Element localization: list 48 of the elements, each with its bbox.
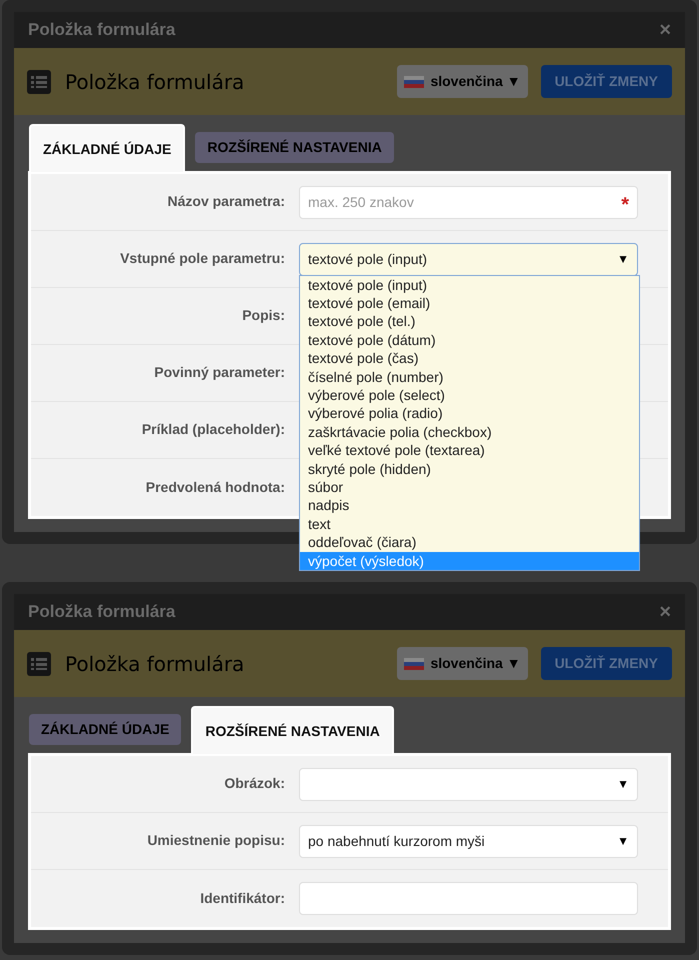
header-title: Položka formulára [65,68,244,96]
select-field[interactable]: po nabehnutí kurzorom myši ▼ [299,824,638,858]
select-field[interactable]: ▼ [299,768,638,800]
form-list-icon [27,70,51,94]
field-label: Identifikátor: [200,890,285,906]
dropdown-option[interactable]: oddeľovač (čiara) [300,533,639,552]
select-value: po nabehnutí kurzorom myši [308,832,485,851]
flag-icon [404,76,424,88]
text-field[interactable]: max. 250 znakov * [299,186,638,218]
text-field[interactable] [299,882,638,915]
form-list-icon [27,652,51,676]
dropdown-option[interactable]: veľké textové pole (textarea) [300,441,639,460]
dropdown-option[interactable]: výberové polia (radio) [300,404,639,423]
field-label: Umiestnenie popisu: [147,832,285,848]
field-label: Názov parametra: [168,193,285,209]
placeholder-text: max. 250 znakov [308,192,415,212]
field-label: Príklad (placeholder): [142,421,285,437]
field-label: Vstupné pole parametru: [120,250,285,266]
dropdown-option[interactable]: skryté pole (hidden) [300,460,639,478]
field-label: Povinný parameter: [154,364,285,380]
language-button[interactable]: slovenčina ▼ [397,65,528,98]
dropdown-option[interactable]: súbor [300,478,639,496]
header-title: Položka formulára [65,650,244,678]
caret-icon: ▼ [617,775,629,793]
tab[interactable]: ROZŠÍRENÉ NASTAVENIA [191,706,394,754]
field-label: Predvolená hodnota: [146,478,285,494]
dropdown-option[interactable]: textové pole (tel.) [300,312,639,331]
dropdown-option[interactable]: textové pole (čas) [300,349,639,368]
field-label: Popis: [242,307,285,323]
dropdown-option[interactable]: číselné pole (number) [300,368,639,386]
window-title: Položka formulára [28,601,176,624]
field-label: Obrázok: [224,775,285,791]
required-mark: * [621,193,629,215]
dropdown-option[interactable]: nadpis [300,496,639,515]
dropdown-option[interactable]: textové pole (dátum) [300,330,639,350]
select-field[interactable]: textové pole (input) ▼ [299,242,638,276]
dropdown-option[interactable]: text [300,514,639,534]
language-button[interactable]: slovenčina ▼ [397,647,528,680]
flag-icon [404,658,424,670]
dropdown-option[interactable]: textové pole (email) [300,294,639,312]
select-value: textové pole (input) [308,250,428,269]
window-title: Položka formulára [28,19,176,42]
dropdown-option[interactable]: textové pole (input) [300,276,639,294]
caret-icon: ▼ [617,250,629,268]
caret-icon: ▼ [617,832,629,850]
tab[interactable]: ZÁKLADNÉ ÚDAJE [29,124,186,172]
dropdown-option[interactable]: výberové pole (select) [300,386,639,404]
dropdown-option[interactable]: zaškrtávacie polia (checkbox) [300,422,639,442]
